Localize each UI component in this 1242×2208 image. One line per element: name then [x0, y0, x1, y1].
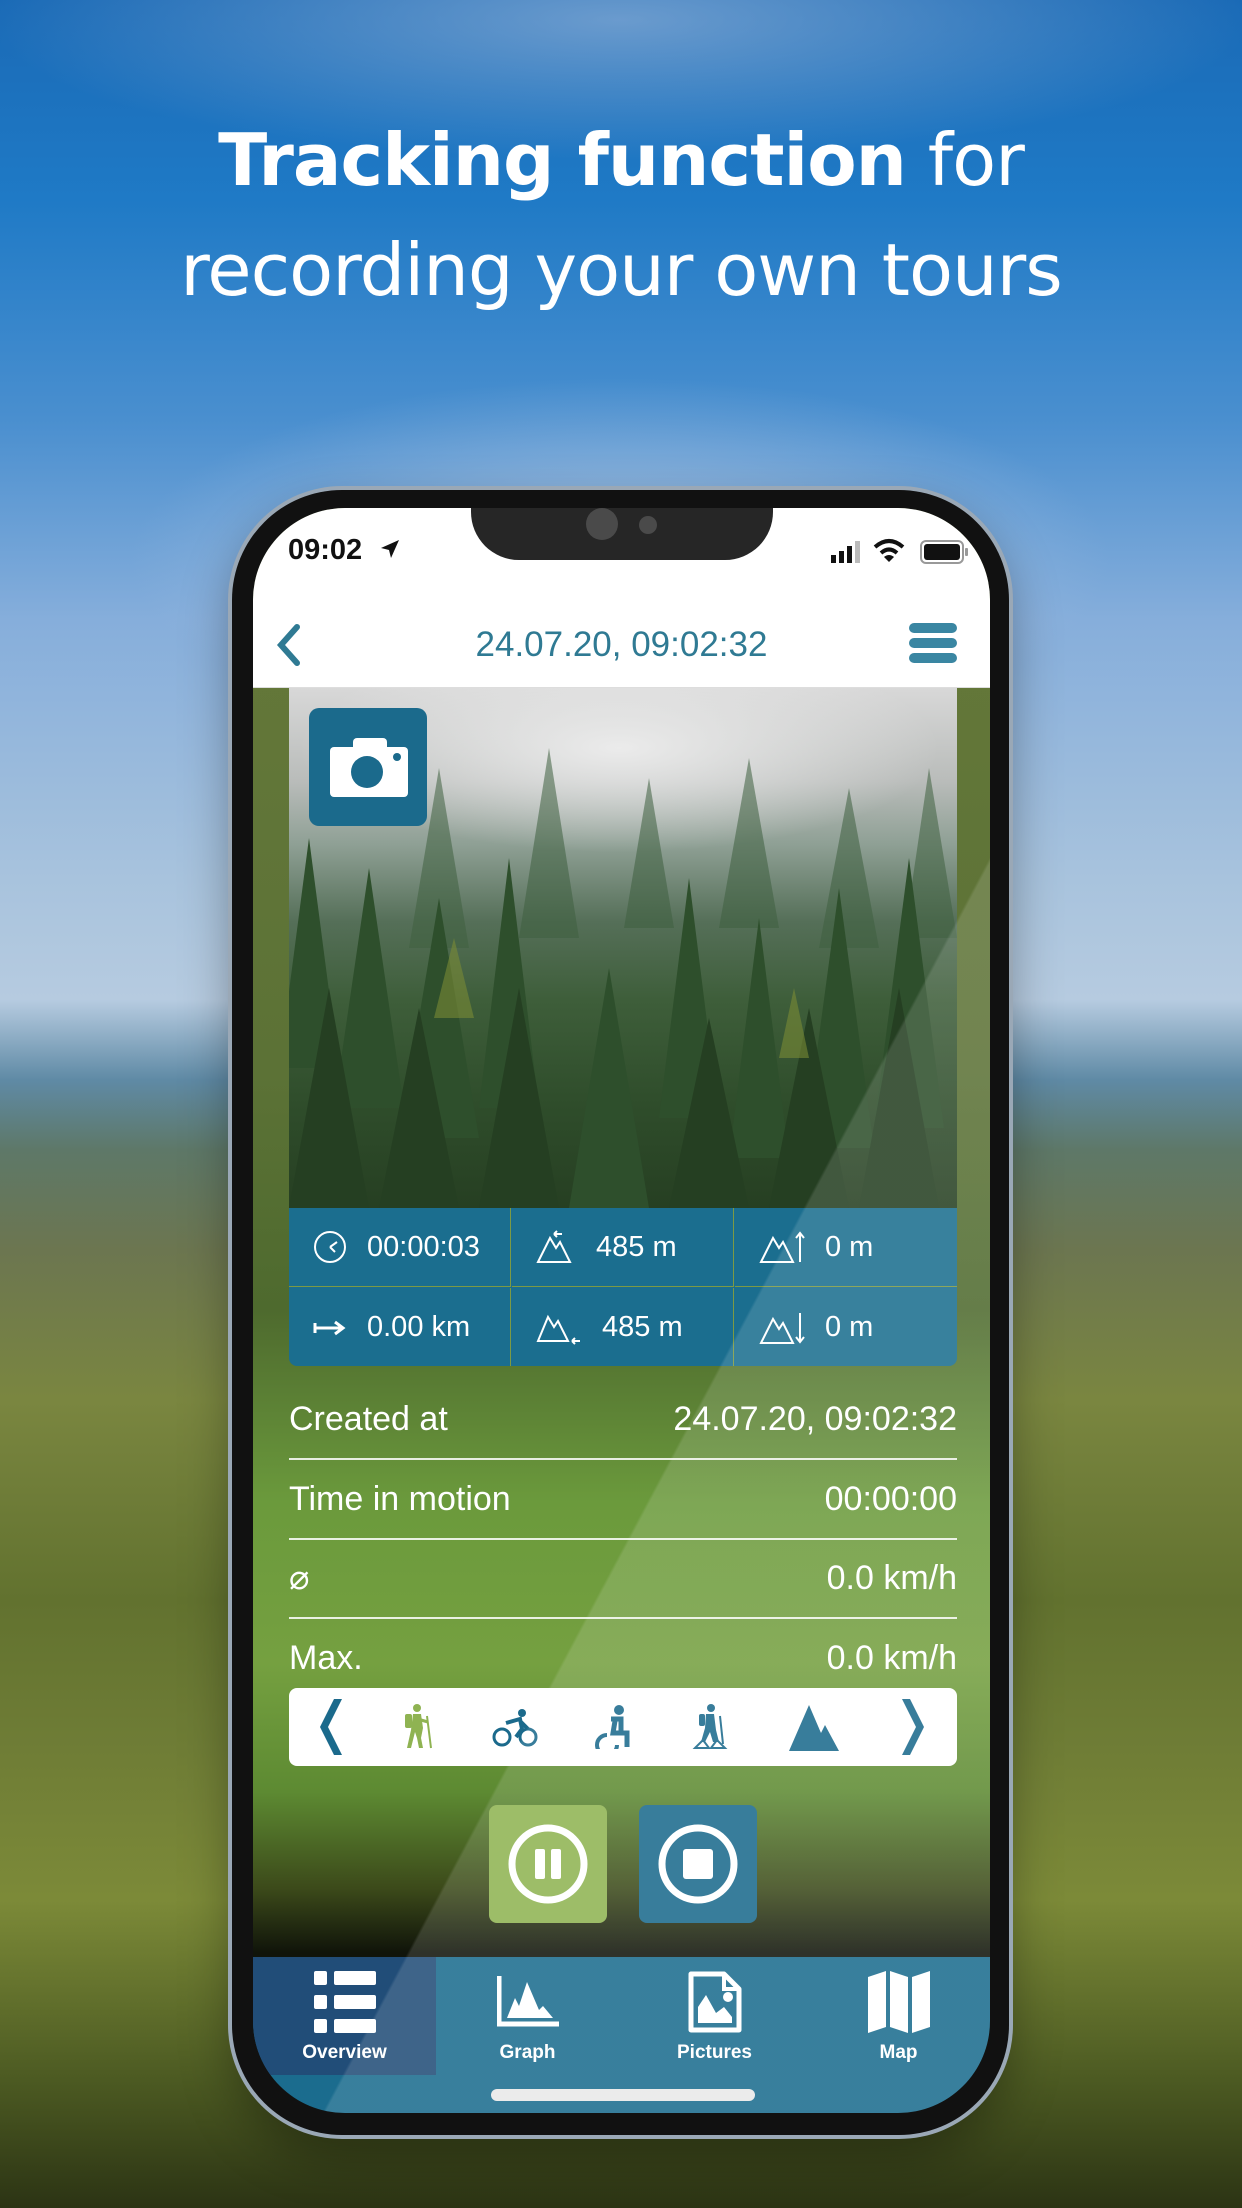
tour-photo[interactable]: [289, 688, 957, 1208]
nav-bar: 24.07.20, 09:02:32: [253, 603, 990, 688]
info-label: ⌀: [289, 1559, 310, 1597]
altitude-end-icon: [536, 1314, 580, 1345]
tab-label: Pictures: [677, 2042, 752, 2063]
info-row-average-speed: ⌀ 0.0 km/h: [289, 1539, 957, 1619]
home-indicator[interactable]: [491, 2089, 755, 2101]
clock-icon: [314, 1231, 346, 1263]
headline-bold: Tracking function: [218, 118, 907, 202]
info-value: 0.0 km/h: [826, 1638, 957, 1677]
distance-arrow-icon: [313, 1320, 346, 1335]
tab-label: Overview: [302, 2042, 387, 2063]
stat-value: 485 m: [596, 1230, 677, 1263]
activity-hiking[interactable]: [389, 1700, 449, 1754]
headline-rest: for: [905, 118, 1025, 202]
pause-icon: [508, 1824, 588, 1904]
info-label: Time in motion: [289, 1479, 511, 1518]
wifi-icon: [873, 539, 905, 562]
stop-button[interactable]: [639, 1805, 757, 1923]
stat-duration: 00:00:03: [289, 1208, 511, 1287]
cyclist-icon: [492, 1709, 538, 1747]
menu-line: [909, 638, 957, 648]
tab-bar: Overview Graph Pictures Map: [253, 1957, 990, 2113]
camera-button[interactable]: [309, 708, 427, 826]
chevron-right-icon: [902, 1699, 924, 1755]
stat-ascent: 0 m: [735, 1208, 957, 1287]
activity-next-button[interactable]: [897, 1699, 937, 1755]
activity-wheelchair[interactable]: [583, 1700, 643, 1754]
tab-graph[interactable]: Graph: [436, 1957, 619, 2075]
list-icon: [313, 1971, 376, 2033]
descent-icon: [759, 1312, 805, 1344]
stats-grid: 00:00:03 485 m 0 m 0.00 km 485 m 0 m: [289, 1208, 957, 1366]
menu-line: [909, 653, 957, 663]
chevron-left-icon: [320, 1699, 342, 1755]
page-title: 24.07.20, 09:02:32: [475, 625, 768, 664]
image-file-icon: [688, 1971, 741, 2033]
phone-screen: 09:02 24.07.20, 09:02:32 00:00:03 485 m …: [253, 508, 990, 2113]
stop-icon: [658, 1824, 738, 1904]
activity-mountain[interactable]: [779, 1700, 849, 1754]
map-icon: [867, 1971, 930, 2033]
wheelchair-icon: [595, 1705, 630, 1749]
location-arrow-icon: [381, 540, 399, 558]
info-label: Max.: [289, 1638, 363, 1677]
stat-value: 0 m: [825, 1230, 874, 1263]
info-value: 00:00:00: [824, 1479, 957, 1518]
info-row-time-in-motion: Time in motion 00:00:00: [289, 1460, 957, 1540]
proximity-sensor: [639, 516, 657, 534]
activity-selector: [289, 1688, 957, 1766]
headline-line-2: recording your own tours: [180, 228, 1062, 312]
hamburger-menu-icon: [909, 623, 957, 633]
info-value: 0.0 km/h: [826, 1558, 957, 1597]
pause-button[interactable]: [489, 1805, 607, 1923]
status-time: 09:02: [288, 534, 363, 566]
mountain-icon: [789, 1705, 839, 1751]
phone-notch: [471, 508, 773, 560]
menu-button[interactable]: [909, 623, 957, 671]
chart-icon: [496, 1976, 559, 2027]
activity-cycling[interactable]: [485, 1700, 545, 1754]
stat-distance: 0.00 km: [289, 1288, 511, 1366]
stat-end-altitude: 485 m: [512, 1288, 734, 1366]
info-row-max-speed: Max. 0.0 km/h: [289, 1618, 957, 1698]
info-label: Created at: [289, 1399, 448, 1438]
stat-value: 0 m: [825, 1311, 874, 1343]
tab-label: Map: [879, 2042, 918, 2063]
info-row-created: Created at 24.07.20, 09:02:32: [289, 1380, 957, 1460]
camera-icon: [330, 738, 408, 797]
stat-value: 0.00 km: [367, 1311, 471, 1343]
activity-snowshoe[interactable]: [681, 1700, 741, 1754]
stat-descent: 0 m: [735, 1288, 957, 1366]
stat-value: 485 m: [602, 1311, 683, 1343]
battery-icon: [920, 540, 968, 564]
signal-icon: [831, 541, 860, 563]
snowshoe-hiker-icon: [692, 1704, 728, 1749]
tab-overview[interactable]: Overview: [253, 1957, 436, 2075]
stat-start-altitude: 485 m: [512, 1208, 734, 1287]
stat-value: 00:00:03: [367, 1230, 480, 1263]
ascent-icon: [759, 1231, 805, 1263]
altitude-start-icon: [536, 1230, 572, 1263]
info-value: 24.07.20, 09:02:32: [673, 1399, 957, 1438]
tab-pictures[interactable]: Pictures: [623, 1957, 806, 2075]
activity-prev-button[interactable]: [307, 1699, 347, 1755]
headline-line-1: Tracking function for: [0, 118, 1242, 202]
tab-map[interactable]: Map: [807, 1957, 990, 2075]
front-camera: [586, 508, 618, 540]
hiker-icon: [405, 1704, 432, 1749]
tab-label: Graph: [499, 2042, 556, 2063]
